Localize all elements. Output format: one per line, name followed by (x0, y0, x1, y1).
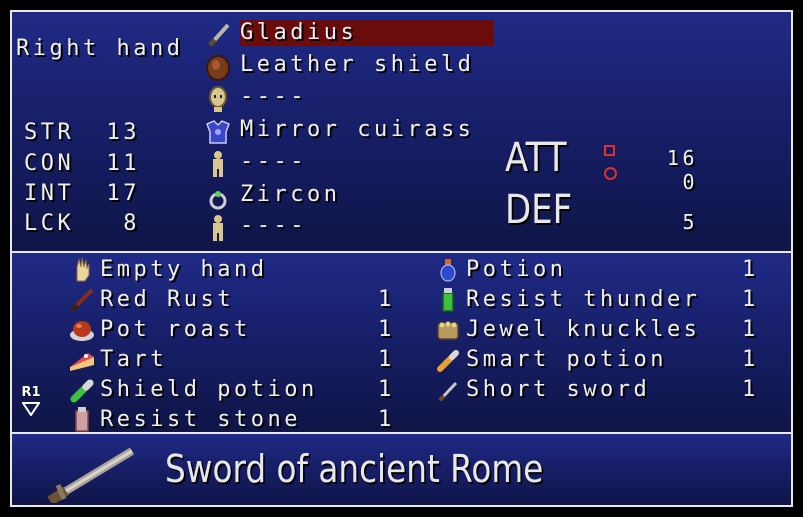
slot-label: Zircon (240, 182, 341, 207)
stat-value: 13 (106, 120, 140, 145)
bottle-icon (75, 407, 89, 432)
hand-label: Right hand (16, 36, 184, 61)
green-potion-icon (70, 379, 94, 403)
tart-icon (70, 353, 94, 371)
knuckles-icon (437, 321, 459, 340)
slot-label: ---- (240, 213, 307, 238)
item-label: Jewel knuckles (466, 317, 701, 342)
inventory-item[interactable]: Pot roast 1 (68, 315, 398, 345)
item-quantity: 1 (378, 377, 395, 402)
item-description: Sword of ancient Rome (165, 447, 544, 491)
item-label: Short sword (466, 377, 651, 402)
stat-name: CON (24, 151, 75, 176)
equip-slot-head[interactable]: ---- (204, 83, 504, 113)
short-sword-icon (438, 381, 458, 402)
r1-label: R1 (21, 385, 41, 400)
magic-attack-icon (604, 167, 617, 180)
item-quantity: 1 (378, 407, 395, 432)
item-quantity: 1 (742, 377, 759, 402)
item-quantity: 1 (742, 347, 759, 372)
att-physical-value: 16 (666, 146, 698, 170)
equip-slot-armor[interactable]: Mirror cuirass (204, 116, 504, 146)
item-quantity: 1 (378, 317, 395, 342)
stat-name: LCK (24, 211, 75, 236)
item-label: Smart potion (466, 347, 667, 372)
item-label: Resist stone (100, 407, 301, 432)
slot-label: Gladius (240, 20, 358, 45)
equipment-screen: Right hand STR 13 CON 11 INT 17 LCK 8 Gl… (0, 0, 803, 517)
inventory-item[interactable]: Resist stone 1 (68, 405, 398, 435)
equip-slot-accessory-1[interactable]: Zircon (204, 181, 504, 211)
pot-roast-icon (70, 321, 94, 341)
equip-slot-shield[interactable]: Leather shield (204, 51, 504, 81)
item-label: Tart (100, 347, 167, 372)
stat-value: 11 (106, 151, 140, 176)
item-quantity: 1 (742, 257, 759, 282)
inventory-item[interactable]: Smart potion 1 (434, 345, 764, 375)
stat-name: STR (24, 120, 75, 145)
stat-value: 8 (123, 211, 140, 236)
item-label: Potion (466, 257, 567, 282)
inventory-item[interactable]: Jewel knuckles 1 (434, 315, 764, 345)
stat-name: INT (24, 181, 75, 206)
def-label: DEF (505, 187, 573, 233)
r1-scroll-button[interactable]: R1 (18, 385, 44, 421)
inventory-item[interactable]: Resist thunder 1 (434, 285, 764, 315)
gladius-large-icon (47, 447, 135, 503)
inventory-item[interactable]: Red Rust 1 (68, 285, 398, 315)
slot-label: Leather shield (240, 52, 475, 77)
slot-label: Mirror cuirass (240, 117, 475, 142)
item-label: Empty hand (100, 257, 268, 282)
equip-slot-weapon[interactable]: Gladius (204, 19, 504, 49)
sword-icon (208, 23, 230, 47)
armor-icon (206, 120, 230, 144)
inventory-item[interactable]: Potion 1 (434, 255, 764, 285)
item-label: Red Rust (100, 287, 234, 312)
body-slot-icon (213, 151, 223, 177)
accessory-slot-icon (213, 215, 223, 241)
equip-slot-accessory-2[interactable]: ---- (204, 212, 504, 242)
inventory-item[interactable]: Shield potion 1 (68, 375, 398, 405)
inventory-item[interactable]: Empty hand (68, 255, 398, 285)
item-quantity: 1 (378, 347, 395, 372)
vial-icon (437, 350, 459, 372)
item-quantity: 1 (742, 317, 759, 342)
item-label: Pot roast (100, 317, 251, 342)
shield-icon (206, 55, 230, 81)
item-quantity: 1 (742, 287, 759, 312)
inventory-item[interactable]: Tart 1 (68, 345, 398, 375)
slot-label: ---- (240, 149, 307, 174)
green-bottle-icon (442, 288, 454, 312)
potion-icon (440, 259, 456, 282)
scroll-down-arrow-icon (22, 402, 40, 416)
att-label: ATT (505, 135, 567, 181)
item-quantity: 1 (378, 287, 395, 312)
equip-slot-body[interactable]: ---- (204, 148, 504, 178)
att-magic-value: 0 (682, 170, 698, 194)
inventory-item[interactable]: Short sword 1 (434, 375, 764, 405)
hand-icon (76, 257, 90, 282)
stat-value: 17 (106, 181, 140, 206)
physical-attack-icon (604, 145, 615, 156)
ring-icon (209, 191, 227, 210)
slot-label: ---- (240, 84, 307, 109)
head-slot-icon (209, 86, 227, 112)
dagger-icon (70, 288, 94, 312)
def-value: 5 (682, 210, 698, 234)
item-label: Resist thunder (466, 287, 701, 312)
item-label: Shield potion (100, 377, 318, 402)
